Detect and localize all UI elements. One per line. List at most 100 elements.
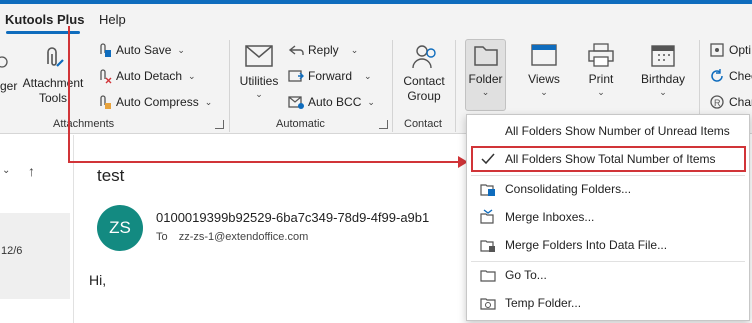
- tab-kutools-plus[interactable]: Kutools Plus: [5, 12, 84, 27]
- menu-item-label: Merge Folders Into Data File...: [505, 238, 668, 252]
- forward-label: Forward: [308, 69, 353, 83]
- contact-group-label: Contact: [404, 118, 442, 130]
- folder-icon: [480, 267, 496, 283]
- attachment-tools-label-1: Attachment: [22, 76, 84, 90]
- to-address[interactable]: zz-zs-1@extendoffice.com: [179, 231, 309, 243]
- views-button[interactable]: Views ⌄: [520, 42, 568, 97]
- list-item-date: 12/6: [1, 245, 23, 257]
- sender-address[interactable]: 0100019399b92529-6ba7c349-78d9-4f99-a9b1: [156, 210, 429, 225]
- paperclip-wrench-icon: [47, 47, 64, 67]
- chevron-down-icon: ⌄: [367, 96, 375, 107]
- auto-save-label: Auto Save: [116, 43, 172, 57]
- birthday-label: Birthday: [640, 72, 686, 86]
- avatar-initials: ZS: [109, 218, 131, 237]
- chevron-down-icon: ⌄: [177, 44, 185, 55]
- temp-folder-icon: [480, 295, 496, 311]
- check-label: Chec: [729, 69, 752, 83]
- ribbon-tabs: Kutools Plus Help: [0, 4, 752, 34]
- reply-label: Reply: [308, 43, 339, 57]
- menu-item-show-unread[interactable]: All Folders Show Number of Unread Items: [467, 117, 749, 145]
- chevron-down-icon[interactable]: ⌄: [2, 165, 10, 176]
- dialog-launcher-icon[interactable]: [379, 120, 388, 129]
- attachment-tools-button[interactable]: Attachment Tools: [20, 44, 86, 106]
- contact-group-icon: [412, 45, 436, 69]
- avatar: ZS: [97, 205, 143, 251]
- gear-icon: [0, 56, 8, 68]
- contact-group-label-1: Contact: [403, 74, 445, 88]
- chevron-down-icon: ⌄: [481, 87, 490, 97]
- auto-compress-label: Auto Compress: [116, 95, 199, 109]
- chevron-down-icon: ⌄: [364, 70, 372, 81]
- auto-save-button[interactable]: Auto Save ⌄: [96, 40, 185, 60]
- reply-icon: [288, 42, 304, 58]
- print-label: Print: [588, 72, 614, 86]
- change-button[interactable]: R Char: [709, 92, 752, 112]
- chevron-down-icon: ⌄: [540, 87, 548, 97]
- folder-label: Folder: [468, 72, 503, 86]
- views-label: Views: [528, 72, 560, 86]
- auto-bcc-button[interactable]: Auto BCC ⌄: [288, 92, 375, 112]
- to-row: To zz-zs-1@extendoffice.com: [156, 231, 308, 243]
- menu-item-label: Go To...: [505, 268, 547, 282]
- check-button[interactable]: Chec: [709, 66, 752, 86]
- bcc-mail-icon: [288, 94, 304, 110]
- birthday-button[interactable]: Birthday ⌄: [637, 42, 689, 97]
- contact-group-button[interactable]: Contact Group: [398, 42, 450, 104]
- auto-compress-button[interactable]: Auto Compress ⌄: [96, 92, 212, 112]
- print-button[interactable]: Print ⌄: [578, 42, 624, 97]
- refresh-icon: [709, 68, 725, 84]
- chevron-down-icon: ⌄: [597, 87, 605, 97]
- consolidate-folders-icon: [480, 181, 496, 197]
- options-label: Opti: [729, 43, 752, 57]
- chevron-down-icon: ⌄: [659, 87, 667, 97]
- guide-line-vertical: [68, 26, 70, 163]
- menu-item-temp-folder[interactable]: Temp Folder...: [467, 289, 749, 317]
- sort-arrow-icon[interactable]: ↑: [28, 163, 35, 179]
- svg-text:R: R: [714, 98, 721, 108]
- auto-detach-button[interactable]: Auto Detach ⌄: [96, 66, 196, 86]
- folder-dropdown-menu: All Folders Show Number of Unread Items …: [466, 114, 750, 321]
- folder-button-content[interactable]: Folder ⌄: [465, 42, 506, 97]
- menu-item-merge-inboxes[interactable]: Merge Inboxes...: [467, 203, 749, 231]
- menu-item-label: Temp Folder...: [505, 296, 582, 310]
- auto-detach-label: Auto Detach: [116, 69, 183, 83]
- menu-item-merge-folders-data-file[interactable]: Merge Folders Into Data File...: [467, 231, 749, 259]
- tab-help[interactable]: Help: [99, 12, 126, 27]
- menu-item-label: All Folders Show Number of Unread Items: [505, 124, 730, 138]
- change-label: Char: [729, 95, 752, 109]
- group-divider: [229, 40, 230, 132]
- menu-item-label: Consolidating Folders...: [505, 182, 632, 196]
- envelope-icon: [245, 45, 273, 67]
- to-label: To: [156, 231, 168, 243]
- options-icon: [709, 42, 725, 58]
- chevron-down-icon: ⌄: [188, 70, 196, 81]
- merge-inboxes-icon: [480, 209, 496, 225]
- guide-line-horizontal: [68, 161, 462, 163]
- paperclip-detach-icon: [96, 68, 112, 84]
- paperclip-compress-icon: [96, 94, 112, 110]
- group-divider: [392, 40, 393, 132]
- message-body: Hi,: [89, 272, 107, 288]
- attachments-group-label: Attachments: [53, 118, 115, 130]
- calendar-icon: [651, 45, 675, 67]
- partial-manager-label[interactable]: ger: [0, 79, 17, 93]
- chevron-down-icon: ⌄: [255, 89, 263, 99]
- chevron-down-icon: ⌄: [350, 44, 359, 55]
- options-button[interactable]: Opti: [709, 40, 751, 60]
- forward-button[interactable]: Forward ⌄: [288, 66, 372, 86]
- auto-bcc-label: Auto BCC: [308, 95, 362, 109]
- chevron-down-icon: ⌄: [204, 96, 213, 107]
- automatic-group-label: Automatic: [276, 118, 325, 130]
- attachment-tools-label-2: Tools: [38, 91, 67, 105]
- group-divider: [455, 40, 456, 132]
- reply-button[interactable]: Reply ⌄: [288, 40, 358, 60]
- dialog-launcher-icon[interactable]: [215, 120, 224, 129]
- contact-group-label-2: Group: [407, 89, 441, 103]
- highlight-box: [471, 146, 746, 172]
- list-item[interactable]: 12/6: [0, 213, 70, 299]
- menu-item-consolidating-folders[interactable]: Consolidating Folders...: [467, 175, 749, 203]
- paperclip-save-icon: [96, 42, 112, 58]
- printer-icon: [588, 43, 614, 67]
- utilities-button[interactable]: Utilities ⌄: [236, 42, 282, 99]
- menu-item-go-to[interactable]: Go To...: [467, 261, 749, 289]
